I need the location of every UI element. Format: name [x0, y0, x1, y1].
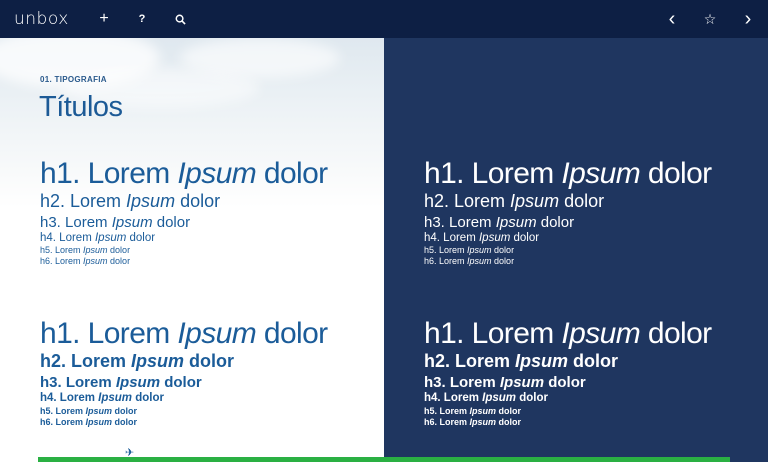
add-icon[interactable]: +	[92, 0, 116, 38]
top-bar: unbox + ? ‹ ☆ ›	[0, 0, 768, 38]
light-headings-on-dark: h1. Lorem Ipsum dolor h2. Lorem Ipsum do…	[424, 159, 712, 268]
sample-h3: h3. Lorem Ipsum dolor	[424, 374, 586, 391]
progress-bar	[38, 457, 730, 462]
favorite-star-icon[interactable]: ☆	[698, 0, 722, 38]
sample-h1: h1. Lorem Ipsum dolor	[424, 157, 712, 190]
previous-icon[interactable]: ‹	[660, 0, 684, 38]
sample-h1: h1. Lorem Ipsum dolor	[424, 317, 712, 350]
section-title: Títulos	[39, 91, 123, 123]
sample-h1: h1. Lorem Ipsum dolor	[40, 157, 328, 190]
search-icon[interactable]	[168, 0, 192, 38]
sample-h2: h2. Lorem Ipsum dolor	[40, 191, 221, 211]
bold-headings-on-dark: h1. Lorem Ipsum dolor h2. Lorem Ipsum do…	[424, 319, 712, 429]
sample-h4: h4. Lorem Ipsum dolor	[40, 392, 164, 404]
sample-h1: h1. Lorem Ipsum dolor	[40, 317, 328, 350]
sample-h6: h6. Lorem Ipsum dolor	[40, 256, 131, 266]
sample-h2: h2. Lorem Ipsum dolor	[40, 351, 235, 371]
sample-h3: h3. Lorem Ipsum dolor	[424, 214, 575, 231]
sample-h6: h6. Lorem Ipsum dolor	[40, 417, 138, 427]
sample-h2: h2. Lorem Ipsum dolor	[424, 351, 619, 371]
sample-h3: h3. Lorem Ipsum dolor	[40, 214, 191, 231]
light-headings-on-light: h1. Lorem Ipsum dolor h2. Lorem Ipsum do…	[40, 159, 328, 268]
sample-h3: h3. Lorem Ipsum dolor	[40, 374, 202, 391]
app-logo[interactable]: unbox	[14, 9, 69, 29]
section-label: 01. TIPOGRAFIA	[40, 75, 107, 84]
sample-h6: h6. Lorem Ipsum dolor	[424, 256, 515, 266]
next-icon[interactable]: ›	[736, 0, 760, 38]
bold-headings-on-light: h1. Lorem Ipsum dolor h2. Lorem Ipsum do…	[40, 319, 328, 429]
sample-h4: h4. Lorem Ipsum dolor	[424, 392, 548, 404]
help-icon[interactable]: ?	[130, 0, 154, 38]
sample-h2: h2. Lorem Ipsum dolor	[424, 191, 605, 211]
sample-h6: h6. Lorem Ipsum dolor	[424, 417, 522, 427]
